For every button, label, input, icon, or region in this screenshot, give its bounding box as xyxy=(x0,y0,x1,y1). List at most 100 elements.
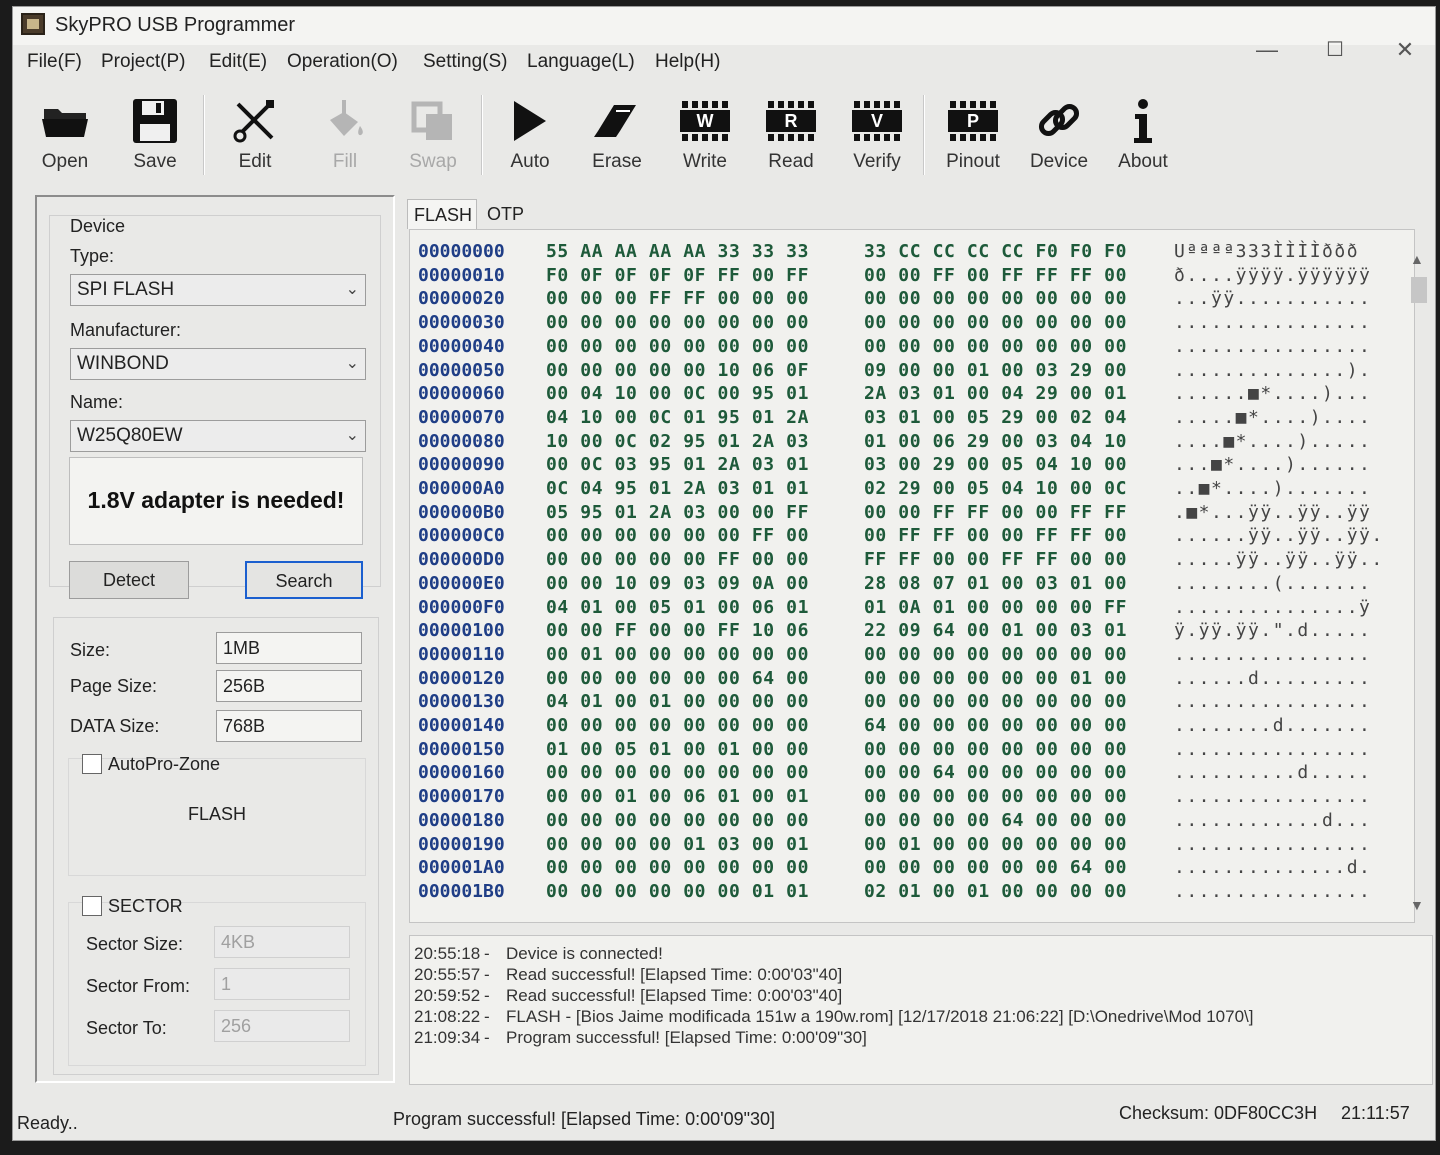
hex-bytes-high: 00 00 00 00 00 00 01 00 xyxy=(864,667,1128,689)
hex-row[interactable]: 00000110 00 01 00 00 00 00 00 00 00 00 00 … xyxy=(410,643,1410,666)
hex-row[interactable]: 00000140 00 00 00 00 00 00 00 00 64 00 00 … xyxy=(410,714,1410,737)
hex-row[interactable]: 00000120 00 00 00 00 00 00 64 00 00 00 00 … xyxy=(410,667,1410,690)
hex-row[interactable]: 000000B0 05 95 01 2A 03 00 00 FF 00 00 FF … xyxy=(410,501,1410,524)
scroll-down-icon[interactable]: ▼ xyxy=(1410,897,1424,913)
hex-row[interactable]: 00000030 00 00 00 00 00 00 00 00 00 00 00 … xyxy=(410,311,1410,334)
log-time: 20:59:52 xyxy=(414,986,481,1005)
hex-row[interactable]: 000000F0 04 01 00 05 01 00 06 01 01 0A 01 … xyxy=(410,596,1410,619)
hex-bytes-low: 00 00 00 00 00 00 01 01 xyxy=(546,880,810,902)
detect-button[interactable]: Detect xyxy=(69,561,189,599)
hex-row[interactable]: 00000000 55 AA AA AA AA 33 33 33 33 CC CC … xyxy=(410,240,1410,263)
data-size-field[interactable]: 768B xyxy=(216,710,362,742)
menu-edit[interactable]: Edit(E) xyxy=(209,51,267,73)
search-button[interactable]: Search xyxy=(245,561,363,599)
sector-label: SECTOR xyxy=(108,896,183,916)
hex-row[interactable]: 000000A0 0C 04 95 01 2A 03 01 01 02 29 00 … xyxy=(410,477,1410,500)
hex-bytes-low: 10 00 0C 02 95 01 2A 03 xyxy=(546,430,810,452)
menu-language[interactable]: Language(L) xyxy=(527,51,635,73)
read-button[interactable]: R Read xyxy=(751,85,831,185)
sector-size-field[interactable]: 4KB xyxy=(214,926,350,958)
log-message: Program successful! [Elapsed Time: 0:00'… xyxy=(506,1028,867,1047)
hex-row[interactable]: 000000E0 00 00 10 09 03 09 0A 00 28 08 07 … xyxy=(410,572,1410,595)
log-line: 21:08:22- FLASH - [Bios Jaime modificada … xyxy=(414,1007,1424,1028)
page-size-field[interactable]: 256B xyxy=(216,670,362,702)
status-bar: Ready.. Program successful! [Elapsed Tim… xyxy=(13,1103,1435,1141)
hex-editor[interactable]: 00000000 55 AA AA AA AA 33 33 33 33 CC CC … xyxy=(409,229,1415,923)
hex-row[interactable]: 000000C0 00 00 00 00 00 00 FF 00 00 FF FF … xyxy=(410,524,1410,547)
save-button[interactable]: Save xyxy=(115,85,195,185)
hex-row[interactable]: 00000050 00 00 00 00 00 10 06 0F 09 00 00 … xyxy=(410,359,1410,382)
menu-setting[interactable]: Setting(S) xyxy=(423,51,507,73)
toolbar-separator xyxy=(203,95,205,175)
manufacturer-select[interactable]: WINBOND ⌄ xyxy=(70,348,366,380)
log-line: 20:59:52- Read successful! [Elapsed Time:… xyxy=(414,986,1424,1007)
log-dash: - xyxy=(484,1028,490,1047)
autopro-zone-checkbox[interactable] xyxy=(82,754,102,774)
edit-button[interactable]: Edit xyxy=(215,85,295,185)
tab-flash[interactable]: FLASH xyxy=(407,199,477,229)
verify-button[interactable]: V Verify xyxy=(837,85,917,185)
open-button[interactable]: Open xyxy=(25,85,105,185)
hex-bytes-low: 00 00 00 00 00 00 00 00 xyxy=(546,857,810,879)
about-button[interactable]: About xyxy=(1103,85,1183,185)
scroll-thumb[interactable] xyxy=(1411,277,1427,303)
data-size-label: DATA Size: xyxy=(70,716,160,736)
erase-button[interactable]: Erase xyxy=(577,85,657,185)
type-select[interactable]: SPI FLASH ⌄ xyxy=(70,274,366,306)
hex-bytes-high: 02 01 00 01 00 00 00 00 xyxy=(864,880,1128,902)
sector-checkbox[interactable] xyxy=(82,896,102,916)
hex-bytes-high: 01 00 06 29 00 03 04 10 xyxy=(864,430,1128,452)
name-select[interactable]: W25Q80EW ⌄ xyxy=(70,420,366,452)
log-line: 21:09:34- Program successful! [Elapsed Ti… xyxy=(414,1028,1424,1049)
hex-row[interactable]: 00000150 01 00 05 01 00 01 00 00 00 00 00 … xyxy=(410,738,1410,761)
swap-button[interactable]: Swap xyxy=(393,85,473,185)
menu-project[interactable]: Project(P) xyxy=(101,51,185,73)
pinout-button[interactable]: P Pinout xyxy=(933,85,1013,185)
hex-row[interactable]: 00000020 00 00 00 FF FF 00 00 00 00 00 00 … xyxy=(410,287,1410,310)
hex-row[interactable]: 00000010 F0 0F 0F 0F 0F FF 00 FF 00 00 FF … xyxy=(410,264,1410,287)
hex-bytes-high: 00 00 00 00 00 00 64 00 xyxy=(864,857,1128,879)
hex-address: 000000F0 xyxy=(418,596,505,618)
hex-ascii: ................ xyxy=(1174,880,1372,902)
size-label: Size: xyxy=(70,640,111,660)
size-field[interactable]: 1MB xyxy=(216,632,362,664)
hex-address: 000001A0 xyxy=(418,857,505,879)
log-panel: 20:55:18- Device is connected! 20:55:57- Re… xyxy=(409,935,1433,1085)
hex-row[interactable]: 00000170 00 00 01 00 06 01 00 01 00 00 00 … xyxy=(410,785,1410,808)
hex-address: 00000110 xyxy=(418,643,505,665)
hex-row[interactable]: 000001B0 00 00 00 00 00 00 01 01 02 01 00 … xyxy=(410,880,1410,903)
hex-row[interactable]: 00000100 00 00 FF 00 00 FF 10 06 22 09 64 … xyxy=(410,619,1410,642)
status-ready: Ready.. xyxy=(17,1113,78,1133)
fill-button[interactable]: Fill xyxy=(305,85,385,185)
sector-from-field[interactable]: 1 xyxy=(214,968,350,1000)
auto-button[interactable]: Auto xyxy=(490,85,570,185)
hex-ascii: .■*...ÿÿ..ÿÿ..ÿÿ xyxy=(1174,501,1372,523)
menu-operation[interactable]: Operation(O) xyxy=(287,51,398,73)
hex-bytes-low: 04 01 00 05 01 00 06 01 xyxy=(546,596,810,618)
hex-bytes-high: 02 29 00 05 04 10 00 0C xyxy=(864,478,1128,499)
hex-row[interactable]: 00000090 00 0C 03 95 01 2A 03 01 03 00 29 … xyxy=(410,453,1410,476)
menu-help[interactable]: Help(H) xyxy=(655,51,720,73)
hex-row[interactable]: 00000040 00 00 00 00 00 00 00 00 00 00 00 … xyxy=(410,335,1410,358)
menu-file[interactable]: File(F) xyxy=(27,51,82,73)
hex-row[interactable]: 000001A0 00 00 00 00 00 00 00 00 00 00 00 … xyxy=(410,856,1410,879)
hex-row[interactable]: 00000160 00 00 00 00 00 00 00 00 00 00 64 … xyxy=(410,761,1410,784)
hex-ascii: ................ xyxy=(1174,833,1372,855)
hex-row[interactable]: 000000D0 00 00 00 00 00 FF 00 00 FF FF 00 … xyxy=(410,548,1410,571)
hex-row[interactable]: 00000060 00 04 10 00 0C 00 95 01 2A 03 01 … xyxy=(410,382,1410,405)
hex-bytes-low: 04 01 00 01 00 00 00 00 xyxy=(546,691,810,713)
hex-row[interactable]: 00000190 00 00 00 00 01 03 00 01 00 01 00 … xyxy=(410,833,1410,856)
device-button[interactable]: Device xyxy=(1019,85,1099,185)
write-button[interactable]: W Write xyxy=(665,85,745,185)
hex-row[interactable]: 00000080 10 00 0C 02 95 01 2A 03 01 00 06 … xyxy=(410,430,1410,453)
tab-otp[interactable]: OTP xyxy=(481,199,531,229)
hex-address: 000000A0 xyxy=(418,478,505,499)
hex-scrollbar[interactable]: ▲ ▼ xyxy=(1407,247,1431,923)
scroll-up-icon[interactable]: ▲ xyxy=(1410,251,1424,267)
hex-row[interactable]: 00000070 04 10 00 0C 01 95 01 2A 03 01 00 … xyxy=(410,406,1410,429)
hex-row[interactable]: 00000180 00 00 00 00 00 00 00 00 00 00 00 … xyxy=(410,809,1410,832)
hex-row[interactable]: 00000130 04 01 00 01 00 00 00 00 00 00 00 … xyxy=(410,690,1410,713)
hex-bytes-low: 00 00 00 00 00 00 FF 00 xyxy=(546,525,810,547)
hex-ascii: ....■*....)..... xyxy=(1174,430,1372,452)
sector-to-field[interactable]: 256 xyxy=(214,1010,350,1042)
